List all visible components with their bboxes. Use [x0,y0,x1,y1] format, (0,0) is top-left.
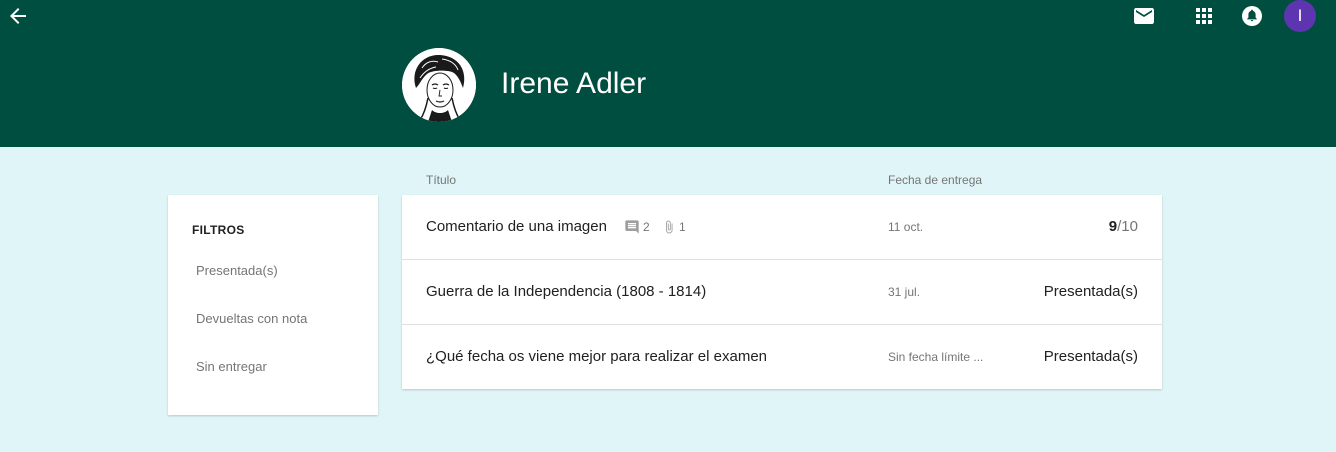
assignment-title: ¿Qué fecha os viene mejor para realizar … [426,348,768,365]
assignments-table: Comentario de una imagen 2 1 11 oct. 9/1… [402,195,1162,389]
filter-submitted[interactable]: Presentada(s) [196,263,278,278]
mail-icon[interactable] [1132,4,1156,28]
column-header-title: Título [426,173,457,187]
assignment-title: Comentario de una imagen [426,218,607,235]
back-arrow-icon[interactable] [6,4,30,28]
assignment-row[interactable]: ¿Qué fecha os viene mejor para realizar … [402,324,1162,389]
top-header-bar: I Irene Adler [0,0,1336,147]
due-date: Sin fecha límite ... [888,350,984,364]
comment-icon [625,220,639,234]
assignment-title: Guerra de la Independencia (1808 - 1814) [426,283,707,300]
filters-panel: FILTROS Presentada(s) Devueltas con nota… [168,195,378,415]
assignment-row[interactable]: Guerra de la Independencia (1808 - 1814)… [402,259,1162,324]
filter-returned-graded[interactable]: Devueltas con nota [196,311,307,326]
comments-count: 2 [624,219,650,235]
grade-max: /10 [1117,218,1138,235]
due-date: 31 jul. [888,285,921,299]
user-avatar[interactable]: I [1284,0,1316,32]
profile-photo [402,48,476,122]
grade-value: 9 [1108,218,1118,235]
assignment-row[interactable]: Comentario de una imagen 2 1 11 oct. 9/1… [402,195,1162,260]
filters-title: FILTROS [192,223,245,237]
notifications-icon[interactable] [1240,4,1264,28]
attachments-count-value: 1 [679,220,686,234]
comments-count-value: 2 [643,220,650,234]
filter-not-submitted[interactable]: Sin entregar [196,359,267,374]
attachments-count: 1 [662,219,686,235]
status-label: Presentada(s) [1043,348,1138,365]
column-header-due-date: Fecha de entrega [888,173,983,187]
attachment-icon [666,220,673,234]
due-date: 11 oct. [888,220,924,234]
grade: 9/10 [1109,218,1138,235]
apps-grid-icon[interactable] [1192,4,1216,28]
status-label: Presentada(s) [1043,283,1138,300]
profile-name: Irene Adler [501,67,647,100]
